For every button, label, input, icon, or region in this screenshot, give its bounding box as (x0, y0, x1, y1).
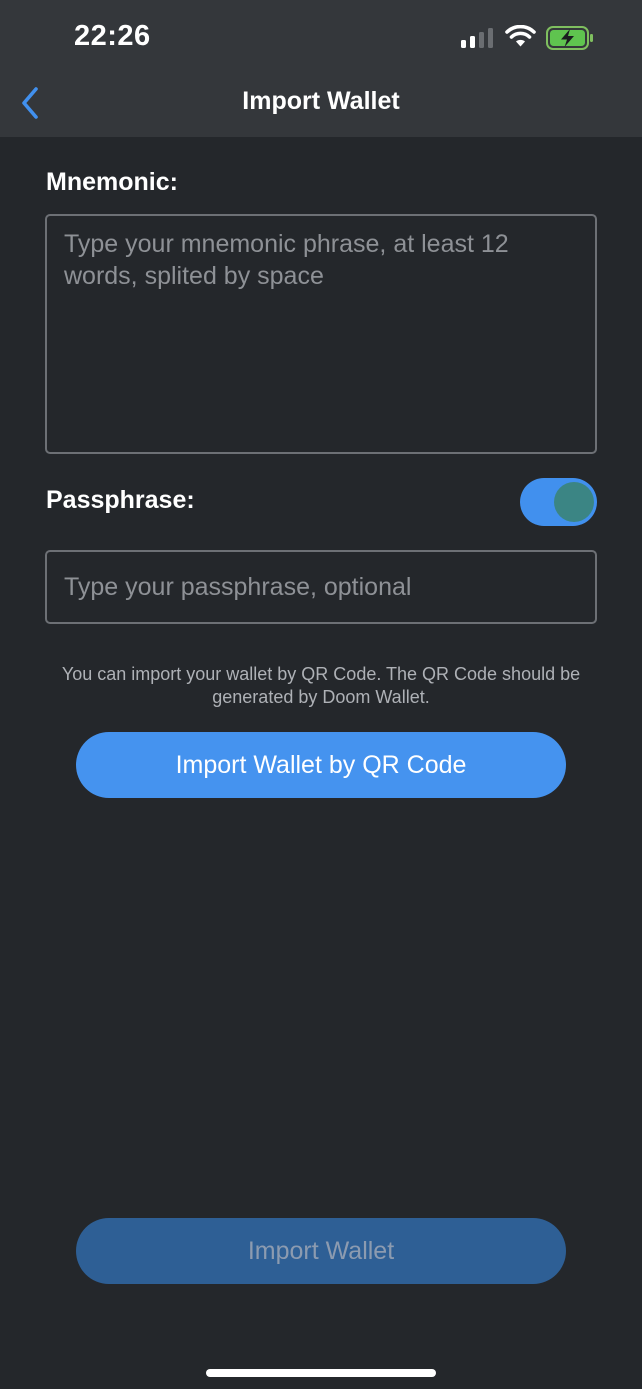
wifi-icon (505, 25, 536, 47)
battery-charging-icon (546, 26, 593, 50)
mnemonic-input[interactable]: Type your mnemonic phrase, at least 12 w… (45, 214, 597, 454)
mnemonic-label: Mnemonic: (46, 168, 178, 196)
status-time: 22:26 (74, 20, 151, 52)
import-by-qr-button[interactable]: Import Wallet by QR Code (76, 732, 566, 798)
import-wallet-screen: 22:26 Import Wallet Mnemonic: Type your … (0, 0, 642, 1389)
passphrase-label: Passphrase: (46, 486, 195, 514)
qr-info-text: You can import your wallet by QR Code. T… (61, 664, 581, 707)
passphrase-input[interactable]: Type your passphrase, optional (45, 550, 597, 624)
header: 22:26 Import Wallet (0, 0, 642, 137)
toggle-knob (554, 482, 594, 522)
mnemonic-placeholder: Type your mnemonic phrase, at least 12 w… (64, 230, 509, 290)
home-indicator (206, 1369, 436, 1377)
page-title: Import Wallet (242, 87, 400, 115)
passphrase-placeholder: Type your passphrase, optional (64, 573, 412, 601)
cellular-signal-icon (461, 28, 493, 48)
passphrase-toggle[interactable] (520, 478, 597, 526)
import-wallet-button[interactable]: Import Wallet (76, 1218, 566, 1284)
